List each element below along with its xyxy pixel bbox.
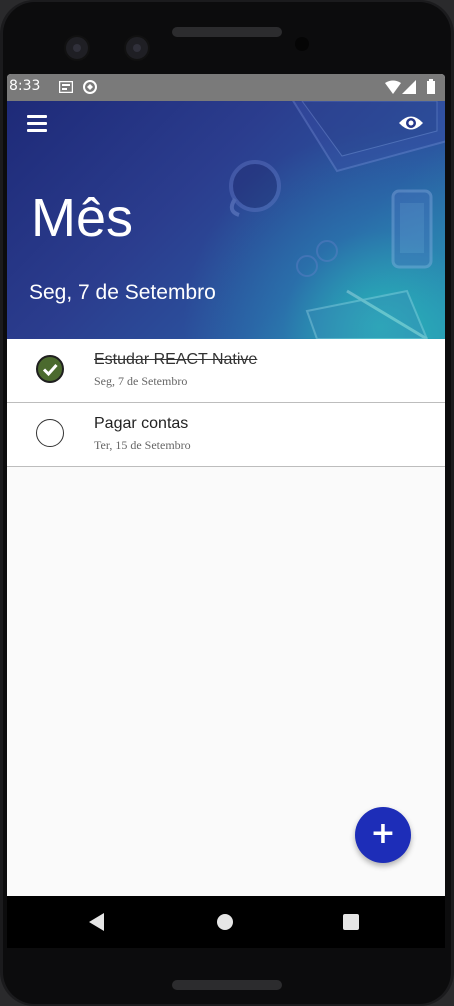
- task-item[interactable]: Pagar contas Ter, 15 de Setembro: [7, 403, 445, 467]
- app-screen: 8:33 Mês Seg, 7 de Setembro Estudar REAC…: [7, 74, 445, 948]
- menu-button[interactable]: [27, 115, 49, 133]
- back-icon[interactable]: [89, 913, 104, 931]
- task-title: Pagar contas: [94, 415, 189, 432]
- phone-frame: 8:33 Mês Seg, 7 de Setembro Estudar REAC…: [0, 0, 454, 1006]
- notification-card-icon: [59, 81, 73, 93]
- header-date: Seg, 7 de Setembro: [29, 281, 216, 304]
- header-banner: Mês Seg, 7 de Setembro: [7, 101, 445, 339]
- home-icon[interactable]: [217, 914, 233, 930]
- task-title: Estudar REACT Native: [94, 351, 258, 368]
- check-icon: [42, 364, 58, 377]
- front-camera-right: [124, 35, 150, 61]
- status-bar: 8:33: [7, 74, 445, 101]
- wifi-icon: [385, 80, 401, 94]
- task-date: Seg, 7 de Setembro: [94, 374, 188, 388]
- battery-icon: [427, 79, 435, 94]
- task-pending-toggle[interactable]: [36, 419, 64, 447]
- sync-icon: [83, 80, 97, 94]
- menu-icon-bar: [27, 115, 47, 118]
- task-item[interactable]: Estudar REACT Native Seg, 7 de Setembro: [7, 339, 445, 403]
- recent-apps-icon[interactable]: [343, 914, 359, 930]
- menu-icon-bar: [27, 129, 47, 132]
- add-task-button[interactable]: +: [355, 807, 411, 863]
- top-speaker: [172, 27, 282, 37]
- proximity-sensor: [295, 37, 309, 51]
- eye-icon[interactable]: [398, 113, 424, 133]
- signal-icon: [402, 80, 416, 94]
- status-time: 8:33: [9, 78, 41, 94]
- bottom-speaker: [172, 980, 282, 990]
- menu-icon-bar: [27, 122, 47, 125]
- task-date: Ter, 15 de Setembro: [94, 438, 191, 452]
- plus-icon: +: [370, 816, 396, 851]
- android-nav-bar: [7, 896, 445, 948]
- task-done-toggle[interactable]: [36, 355, 64, 383]
- front-camera-left: [64, 35, 90, 61]
- page-title: Mês: [31, 188, 134, 248]
